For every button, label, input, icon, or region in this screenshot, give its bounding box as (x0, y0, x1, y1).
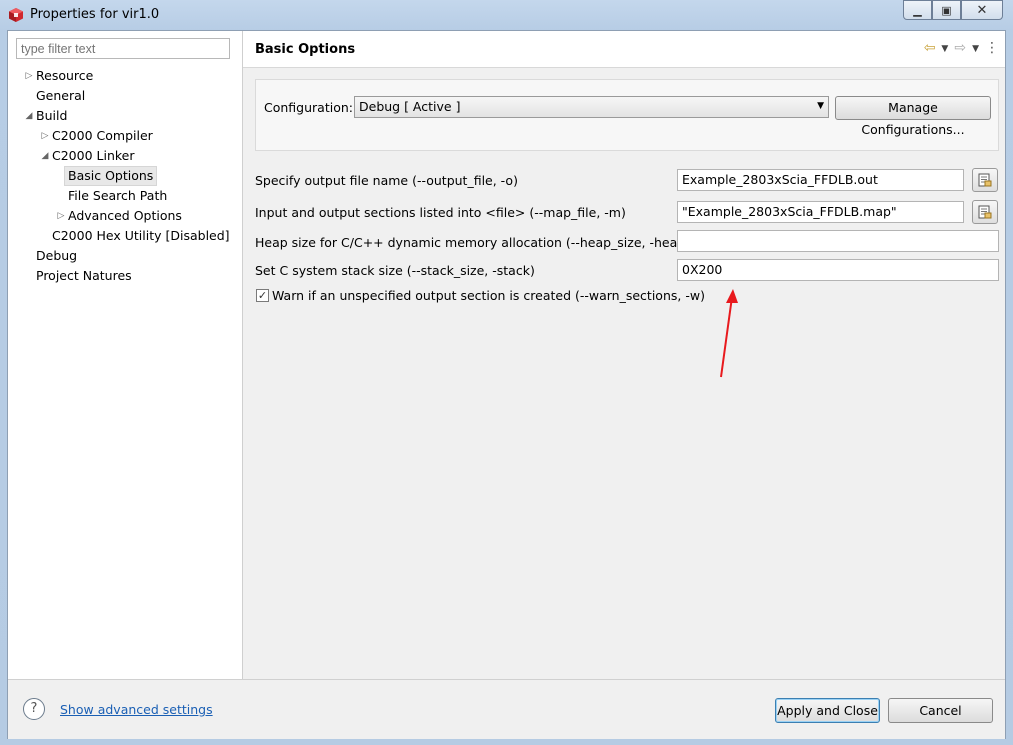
tree-item-c2000-hex-utility[interactable]: C2000 Hex Utility [Disabled] (8, 226, 242, 246)
heap-size-label: Heap size for C/C++ dynamic memory alloc… (255, 235, 691, 250)
warn-sections-checkbox[interactable]: ✓ (256, 289, 269, 302)
filter-input[interactable] (16, 38, 230, 59)
tree-item-resource[interactable]: ▷ Resource (8, 66, 242, 86)
minimize-icon: ▁ (913, 3, 922, 17)
maximize-button[interactable]: ▣ (932, 0, 961, 20)
warn-sections-label: Warn if an unspecified output section is… (272, 288, 705, 303)
browse-file-icon (978, 173, 992, 187)
forward-arrow-icon[interactable]: ⇨ (954, 40, 966, 58)
map-file-field[interactable]: "Example_2803xScia_FFDLB.map" (677, 201, 964, 223)
app-icon (9, 8, 23, 22)
window-title: Properties for vir1.0 (30, 7, 160, 22)
output-file-browse-button[interactable] (972, 168, 998, 192)
right-pane: Basic Options ⇦ ▼ ⇨ ▼ ⋮ Configuration: D… (243, 31, 1005, 679)
forward-dropdown-icon[interactable]: ▼ (972, 40, 979, 58)
page-header: Basic Options ⇦ ▼ ⇨ ▼ ⋮ (243, 31, 1005, 68)
dialog-client: ▷ Resource General ◢ Build ▷ C2000 Compi… (7, 30, 1006, 739)
configuration-value: Debug [ Active ] (359, 99, 461, 114)
tree-item-project-natures[interactable]: Project Natures (8, 266, 242, 286)
tree-item-advanced-options[interactable]: ▷ Advanced Options (8, 206, 242, 226)
annotation-arrow (720, 289, 738, 378)
show-advanced-settings-link[interactable]: Show advanced settings (60, 702, 213, 717)
close-button[interactable]: ✕ (961, 0, 1003, 20)
tree-item-file-search-path[interactable]: File Search Path (8, 186, 242, 206)
tree-item-c2000-compiler[interactable]: ▷ C2000 Compiler (8, 126, 242, 146)
tree-item-label: Build (36, 108, 68, 123)
view-menu-icon[interactable]: ⋮ (985, 40, 999, 58)
heap-size-field[interactable] (677, 230, 999, 252)
help-icon[interactable]: ? (23, 698, 45, 720)
left-pane: ▷ Resource General ◢ Build ▷ C2000 Compi… (8, 31, 243, 679)
tree-item-label: Project Natures (36, 268, 132, 283)
tree-item-label: Resource (36, 68, 94, 83)
tree-item-general[interactable]: General (8, 86, 242, 106)
map-file-label: Input and output sections listed into <f… (255, 205, 626, 220)
tree-item-label: Debug (36, 248, 78, 263)
page-title: Basic Options (255, 42, 356, 57)
configuration-label: Configuration: (264, 100, 353, 115)
maximize-icon: ▣ (941, 3, 952, 17)
output-file-field[interactable]: Example_2803xScia_FFDLB.out (677, 169, 964, 191)
tree-item-label: Advanced Options (68, 208, 182, 223)
title-bar[interactable]: Properties for vir1.0 ▁ ▣ ✕ (0, 0, 1013, 30)
properties-window: Properties for vir1.0 ▁ ▣ ✕ ▷ Resource G… (0, 0, 1013, 745)
tree-item-label: C2000 Linker (52, 148, 135, 163)
configuration-select[interactable]: Debug [ Active ] ▼ (354, 96, 829, 118)
cancel-button[interactable]: Cancel (888, 698, 993, 723)
output-file-label: Specify output file name (--output_file,… (255, 173, 518, 188)
property-tree: ▷ Resource General ◢ Build ▷ C2000 Compi… (8, 66, 242, 286)
manage-configurations-button[interactable]: Manage Configurations... (835, 96, 991, 137)
chevron-down-icon: ▼ (817, 101, 824, 111)
tree-item-label: C2000 Compiler (52, 128, 153, 143)
tree-item-label: General (36, 88, 86, 103)
stack-size-label: Set C system stack size (--stack_size, -… (255, 263, 535, 278)
tree-item-basic-options[interactable]: Basic Options (8, 166, 242, 186)
tree-item-c2000-linker[interactable]: ◢ C2000 Linker (8, 146, 242, 166)
map-file-browse-button[interactable] (972, 200, 998, 224)
configuration-group: Configuration: Debug [ Active ] ▼ Manage… (255, 79, 999, 151)
back-dropdown-icon[interactable]: ▼ (941, 40, 948, 58)
close-icon: ✕ (976, 2, 988, 18)
minimize-button[interactable]: ▁ (903, 0, 932, 20)
back-arrow-icon[interactable]: ⇦ (924, 40, 936, 58)
browse-file-icon (978, 205, 992, 219)
nav-icons: ⇦ ▼ ⇨ ▼ ⋮ (924, 40, 999, 58)
tree-item-label: File Search Path (68, 188, 168, 203)
tree-item-build[interactable]: ◢ Build (8, 106, 242, 126)
stack-size-field[interactable]: 0X200 (677, 259, 999, 281)
tree-item-debug[interactable]: Debug (8, 246, 242, 266)
apply-and-close-button[interactable]: Apply and Close (775, 698, 880, 723)
button-bar: ? Show advanced settings Apply and Close… (8, 679, 1005, 739)
tree-item-label: C2000 Hex Utility [Disabled] (52, 228, 230, 243)
tree-item-label: Basic Options (64, 166, 158, 186)
window-controls: ▁ ▣ ✕ (903, 0, 1003, 20)
